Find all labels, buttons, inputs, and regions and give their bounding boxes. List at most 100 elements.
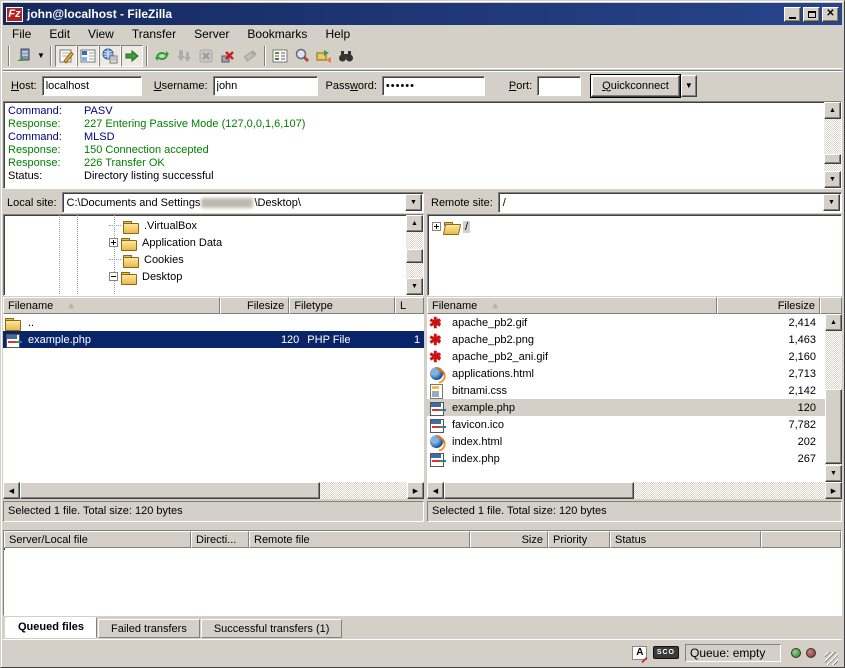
menu-help[interactable]: Help bbox=[316, 25, 359, 43]
column-header-status[interactable]: Status bbox=[610, 531, 761, 548]
column-header-filesize[interactable]: Filesize bbox=[220, 297, 290, 314]
file-row-selected[interactable]: example.php120 bbox=[427, 399, 825, 416]
file-name: example.php bbox=[448, 402, 720, 414]
tree-item-desktop[interactable]: Desktop bbox=[109, 268, 405, 285]
menu-bookmarks[interactable]: Bookmarks bbox=[238, 25, 316, 43]
scroll-thumb[interactable] bbox=[406, 249, 423, 263]
scroll-up-button[interactable]: ▲ bbox=[406, 215, 423, 232]
host-input[interactable] bbox=[42, 76, 142, 96]
menu-file[interactable]: File bbox=[3, 25, 40, 43]
speed-limits-indicator[interactable]: SCO bbox=[653, 645, 679, 661]
file-row[interactable]: apache_pb2.gif2,414 bbox=[427, 314, 825, 331]
refresh-button[interactable] bbox=[151, 45, 173, 67]
column-header-server-local-file[interactable]: Server/Local file bbox=[4, 531, 191, 548]
synchronized-browsing-button[interactable] bbox=[313, 45, 335, 67]
file-row[interactable]: index.html202 bbox=[427, 433, 825, 450]
toggle-local-tree-button[interactable] bbox=[77, 45, 99, 67]
process-queue-button[interactable] bbox=[173, 45, 195, 67]
directory-comparison-button[interactable] bbox=[291, 45, 313, 67]
tree-item-virtualbox[interactable]: .VirtualBox bbox=[109, 217, 405, 234]
scroll-up-button[interactable]: ▲ bbox=[824, 102, 841, 119]
username-input[interactable] bbox=[213, 76, 318, 96]
menu-server[interactable]: Server bbox=[185, 25, 238, 43]
remote-file-list: apache_pb2.gif2,414 apache_pb2.png1,463 … bbox=[427, 314, 842, 482]
column-header-priority[interactable]: Priority bbox=[548, 531, 610, 548]
menu-transfer[interactable]: Transfer bbox=[123, 25, 185, 43]
quickconnect-button[interactable]: Quickconnect bbox=[591, 75, 680, 97]
file-row-parent-dir[interactable]: .. bbox=[3, 314, 424, 331]
column-header-filetype[interactable]: Filetype bbox=[289, 297, 395, 314]
file-row-example-php[interactable]: example.php 120 PHP File 1 bbox=[3, 331, 424, 348]
toggle-transfer-queue-button[interactable] bbox=[121, 45, 143, 67]
file-row[interactable]: bitnami.css2,142 bbox=[427, 382, 825, 399]
file-name: apache_pb2_ani.gif bbox=[448, 351, 720, 363]
site-manager-button[interactable] bbox=[13, 45, 35, 67]
scroll-thumb[interactable] bbox=[824, 154, 841, 164]
column-header-filename[interactable]: Filename▲ bbox=[3, 297, 220, 314]
scroll-right-button[interactable]: ▶ bbox=[407, 482, 424, 499]
remote-site-combo[interactable]: / ▼ bbox=[498, 192, 842, 213]
combo-dropdown-arrow[interactable]: ▼ bbox=[405, 194, 422, 211]
find-files-button[interactable] bbox=[335, 45, 357, 67]
filename-filters-button[interactable] bbox=[269, 45, 291, 67]
local-site-combo[interactable]: C:\Documents and Settings\Desktop\ ▼ bbox=[62, 192, 424, 213]
column-header-size[interactable]: Size bbox=[470, 531, 548, 548]
reconnect-button[interactable] bbox=[239, 45, 261, 67]
local-list-hscrollbar[interactable]: ◀ ▶ bbox=[3, 482, 424, 499]
tab-queued-files[interactable]: Queued files bbox=[5, 617, 97, 638]
tab-failed-transfers[interactable]: Failed transfers bbox=[98, 619, 200, 638]
scroll-right-button[interactable]: ▶ bbox=[825, 482, 842, 499]
toggle-remote-tree-button[interactable] bbox=[99, 45, 121, 67]
menu-edit[interactable]: Edit bbox=[40, 25, 79, 43]
queue-size-field: Queue: empty bbox=[685, 644, 781, 662]
column-header-filename[interactable]: Filename▲ bbox=[427, 297, 717, 314]
tree-item-application-data[interactable]: Application Data bbox=[109, 234, 405, 251]
file-row[interactable]: apache_pb2_ani.gif2,160 bbox=[427, 348, 825, 365]
scroll-up-button[interactable]: ▲ bbox=[825, 314, 842, 331]
resize-grip[interactable] bbox=[825, 652, 838, 665]
close-button[interactable]: ✕ bbox=[822, 7, 839, 22]
log-scrollbar[interactable]: ▲ ▼ bbox=[824, 102, 841, 188]
column-header-filesize[interactable]: Filesize bbox=[717, 297, 820, 314]
port-input[interactable] bbox=[537, 76, 581, 96]
collapse-minus-icon[interactable] bbox=[109, 272, 118, 281]
remote-list-scrollbar[interactable]: ▲ ▼ bbox=[825, 314, 842, 482]
quickconnect-dropdown[interactable]: ▼ bbox=[681, 75, 697, 97]
scroll-left-button[interactable]: ◀ bbox=[427, 482, 444, 499]
scroll-down-button[interactable]: ▼ bbox=[406, 278, 423, 295]
combo-dropdown-arrow[interactable]: ▼ bbox=[823, 194, 840, 211]
expand-plus-icon[interactable] bbox=[432, 222, 441, 231]
scroll-down-button[interactable]: ▼ bbox=[824, 171, 841, 188]
scroll-left-button[interactable]: ◀ bbox=[3, 482, 20, 499]
log-label: Command: bbox=[8, 131, 84, 144]
file-row[interactable]: apache_pb2.png1,463 bbox=[427, 331, 825, 348]
disconnect-button[interactable] bbox=[217, 45, 239, 67]
column-header-remote-file[interactable]: Remote file bbox=[249, 531, 470, 548]
maximize-button[interactable] bbox=[803, 7, 820, 22]
site-manager-dropdown[interactable]: ▼ bbox=[35, 45, 47, 67]
scroll-down-button[interactable]: ▼ bbox=[825, 465, 842, 482]
password-input[interactable] bbox=[382, 76, 485, 96]
expand-plus-icon[interactable] bbox=[109, 238, 118, 247]
column-header-lastmodified[interactable]: L bbox=[395, 297, 424, 314]
file-row[interactable]: favicon.ico7,782 bbox=[427, 416, 825, 433]
folder-icon bbox=[123, 253, 139, 267]
title-bar[interactable]: Fz john@localhost - FileZilla ✕ bbox=[3, 3, 842, 25]
column-header-direction[interactable]: Directi... bbox=[191, 531, 249, 548]
tree-item-cookies[interactable]: Cookies bbox=[109, 251, 405, 268]
scroll-thumb[interactable] bbox=[444, 482, 634, 499]
local-tree-scrollbar[interactable]: ▲ ▼ bbox=[406, 215, 423, 295]
transfer-type-indicator[interactable]: A bbox=[631, 645, 649, 661]
cancel-operation-button[interactable] bbox=[195, 45, 217, 67]
toggle-message-log-button[interactable] bbox=[55, 45, 77, 67]
tab-successful-transfers[interactable]: Successful transfers (1) bbox=[201, 619, 343, 638]
scroll-thumb[interactable] bbox=[825, 389, 842, 464]
scroll-thumb[interactable] bbox=[20, 482, 320, 499]
remote-list-hscrollbar[interactable]: ◀ ▶ bbox=[427, 482, 842, 499]
cancel-icon bbox=[198, 48, 214, 64]
file-row[interactable]: index.php267 bbox=[427, 450, 825, 467]
minimize-button[interactable] bbox=[784, 7, 801, 22]
tree-item-root[interactable]: / bbox=[432, 218, 470, 235]
file-row[interactable]: applications.html2,713 bbox=[427, 365, 825, 382]
menu-view[interactable]: View bbox=[79, 25, 123, 43]
